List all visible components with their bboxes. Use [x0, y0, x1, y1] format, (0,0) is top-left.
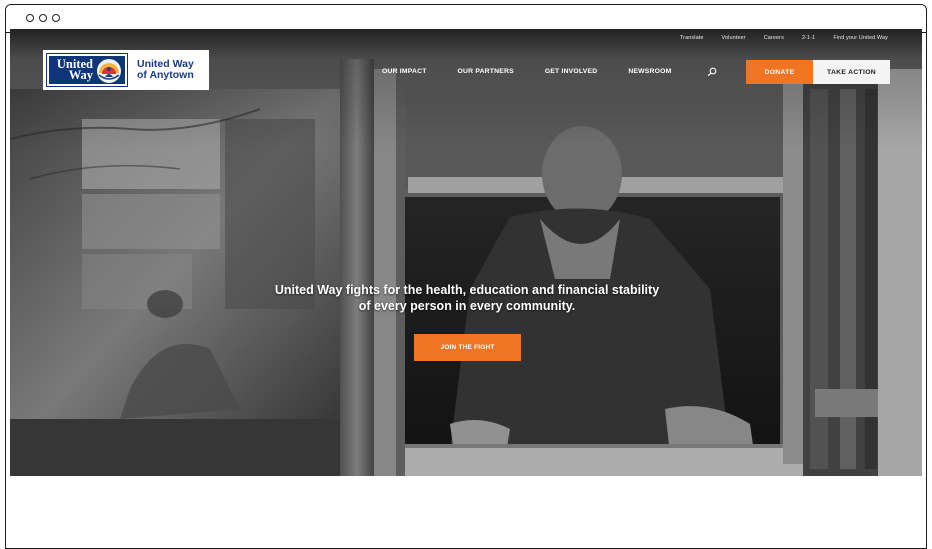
window-maximize-control[interactable]	[52, 14, 60, 22]
window-minimize-control[interactable]	[39, 14, 47, 22]
utility-link-find-united-way[interactable]: Find your United Way	[833, 35, 888, 41]
donate-button[interactable]: DONATE	[746, 60, 813, 84]
hero-photo	[10, 29, 922, 476]
logo-emblem-icon	[97, 59, 121, 83]
window-close-control[interactable]	[26, 14, 34, 22]
hero-headline: United Way fights for the health, educat…	[274, 283, 660, 313]
logo-mark-text: United Way	[49, 58, 93, 82]
logo-name-line2: of Anytown	[137, 69, 194, 81]
logo-mark-line2: Way	[68, 68, 93, 82]
utility-link-translate[interactable]: Translate	[680, 35, 704, 41]
join-the-fight-button[interactable]: JOIN THE FIGHT	[414, 334, 521, 361]
nav-our-partners[interactable]: OUR PARTNERS	[458, 68, 514, 75]
logo-name: United Way of Anytown	[127, 58, 194, 82]
search-icon[interactable]	[707, 67, 717, 77]
logo-mark: United Way	[46, 53, 128, 87]
hero-section: Translate Volunteer Careers 2-1-1 Find y…	[10, 29, 922, 476]
take-action-button[interactable]: TAKE ACTION	[813, 60, 890, 84]
utility-link-careers[interactable]: Careers	[764, 35, 784, 41]
nav-newsroom[interactable]: NEWSROOM	[628, 68, 671, 75]
site-logo[interactable]: United Way United Way of Anytown	[43, 50, 209, 90]
nav-our-impact[interactable]: OUR IMPACT	[382, 68, 427, 75]
utility-link-211[interactable]: 2-1-1	[802, 35, 815, 41]
nav-get-involved[interactable]: GET INVOLVED	[545, 68, 598, 75]
utility-link-volunteer[interactable]: Volunteer	[722, 35, 746, 41]
main-nav: OUR IMPACT OUR PARTNERS GET INVOLVED NEW…	[382, 68, 702, 75]
utility-nav: Translate Volunteer Careers 2-1-1 Find y…	[680, 35, 888, 41]
